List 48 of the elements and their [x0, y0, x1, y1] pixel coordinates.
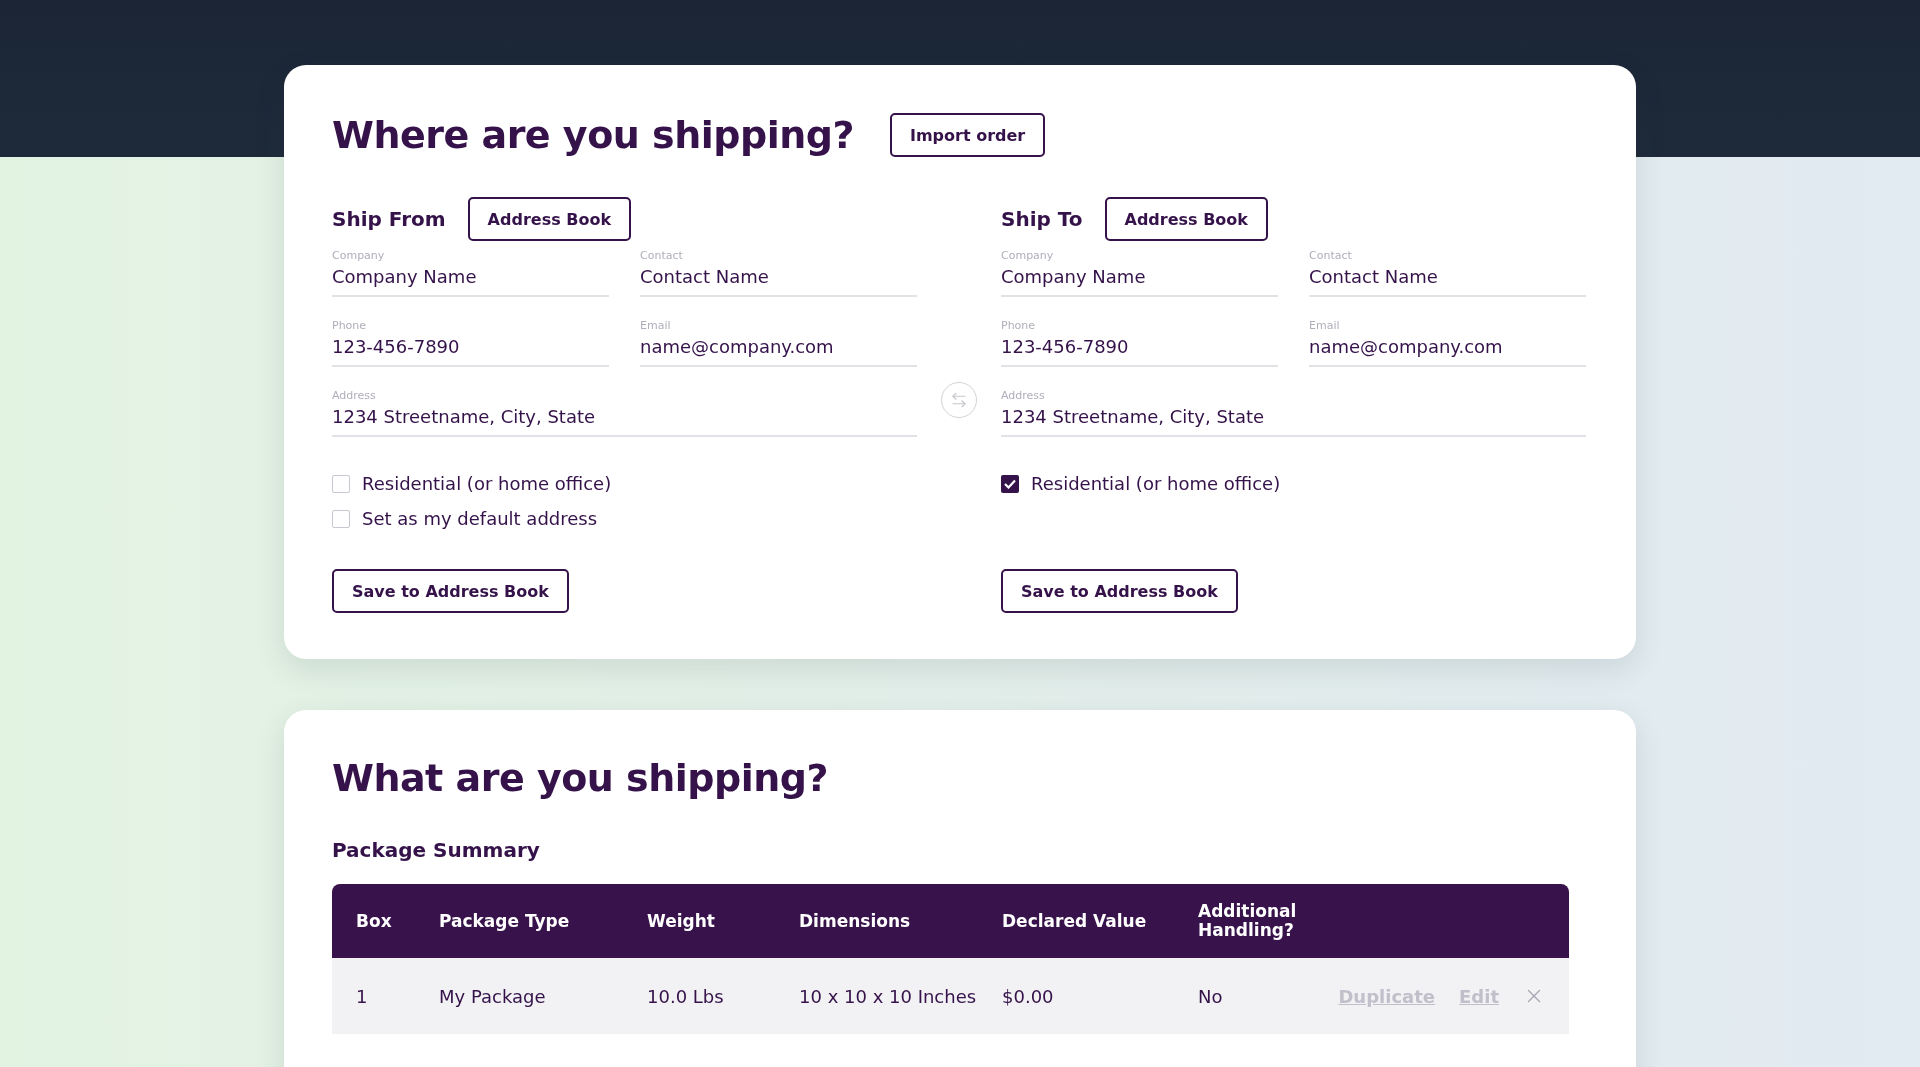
package-summary-title: Package Summary	[332, 838, 541, 862]
table-cell: 10.0 Lbs	[647, 985, 724, 1007]
field-label: Contact	[1309, 249, 1352, 262]
table-cell: 1	[356, 985, 368, 1007]
import-order-button[interactable]: Import order	[889, 113, 1046, 157]
save-to-address-book-button[interactable]: Save to Address Book	[1001, 569, 1238, 613]
address-section-title: Ship From	[332, 207, 446, 231]
column-header: Box	[356, 911, 393, 931]
input-field[interactable]: name@company.com	[640, 332, 917, 367]
input-field[interactable]: Company Name	[1001, 262, 1278, 297]
field-label: Phone	[1001, 319, 1036, 332]
address-book-button[interactable]: Address Book	[467, 197, 632, 241]
checkbox-label: Residential (or home office)	[362, 473, 612, 494]
checkbox[interactable]	[1001, 474, 1019, 493]
checkbox[interactable]	[332, 509, 350, 528]
table-cell: My Package	[439, 985, 546, 1007]
section-heading: Where are you shipping?	[332, 113, 854, 157]
input-field[interactable]: 123-456-7890	[1001, 332, 1278, 367]
input-field[interactable]: Contact Name	[640, 262, 917, 297]
field-label: Address	[1001, 389, 1045, 402]
field-label: Company	[1001, 249, 1054, 262]
save-to-address-book-button[interactable]: Save to Address Book	[332, 569, 569, 613]
field-label: Contact	[640, 249, 683, 262]
input-field[interactable]: Contact Name	[1309, 262, 1586, 297]
column-header: Declared Value	[1002, 911, 1148, 931]
table-cell: 10 x 10 x 10 Inches	[799, 985, 977, 1007]
table-cell: No	[1198, 985, 1223, 1007]
input-field[interactable]: Company Name	[332, 262, 609, 297]
address-book-button[interactable]: Address Book	[1104, 197, 1268, 241]
column-header: Additional Handling?	[1198, 902, 1298, 940]
input-field[interactable]: 123-456-7890	[332, 332, 609, 367]
column-header: Weight	[647, 911, 716, 931]
column-header: Dimensions	[799, 911, 912, 931]
address-section-title: Ship To	[1001, 207, 1083, 231]
checkbox[interactable]	[332, 474, 350, 493]
section-heading: What are you shipping?	[332, 756, 829, 800]
field-label: Company	[332, 249, 385, 262]
checkbox-label: Residential (or home office)	[1031, 473, 1281, 494]
field-label: Email	[1309, 319, 1340, 332]
address-field[interactable]: 1234 Streetname, City, State	[1001, 402, 1586, 437]
field-label: Email	[640, 319, 671, 332]
address-field[interactable]: 1234 Streetname, City, State	[332, 402, 917, 437]
field-label: Address	[332, 389, 376, 402]
table-cell: $0.00	[1002, 985, 1054, 1007]
column-header: Package Type	[439, 911, 571, 931]
checkbox-label: Set as my default address	[362, 508, 598, 529]
input-field[interactable]: name@company.com	[1309, 332, 1586, 367]
field-label: Phone	[332, 319, 367, 332]
